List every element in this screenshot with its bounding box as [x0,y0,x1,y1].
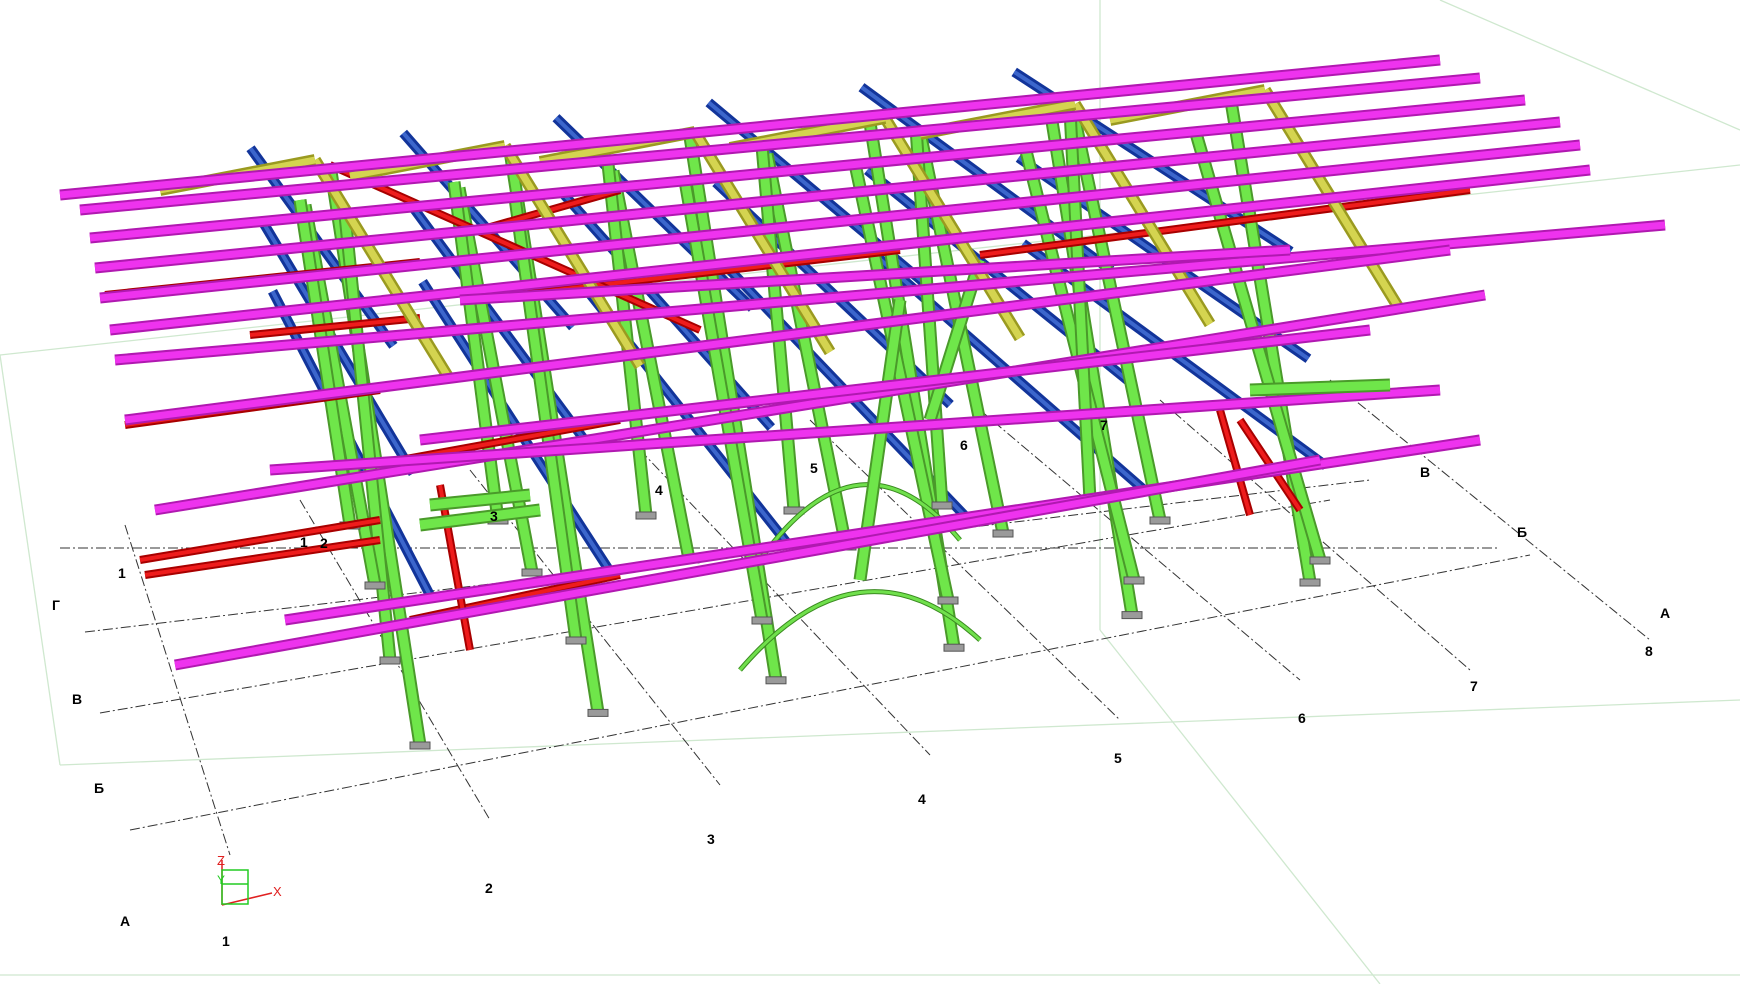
platform-beam-core [1249,380,1391,395]
axis-number-front-6: 7 [1470,678,1478,694]
model-viewport[interactable]: ГВБАВБА1234567812345671 Z Y X [0,0,1740,985]
column-base [565,636,587,645]
axis-number-front-4: 5 [1114,750,1122,766]
column-base [1121,611,1143,620]
letter-axis-line-3 [129,554,1531,831]
axis-letter-back-0: В [1420,464,1430,480]
structural-model-3d: ГВБАВБА123456781 2345671 Z Y X [0,0,1740,985]
axis-number-front-7: 8 [1645,643,1653,659]
column-base [379,656,401,665]
column-base [937,596,959,605]
ucs-icon: Z Y X [217,853,282,906]
ucs-z-label: Z [217,853,225,868]
column-base [635,511,657,520]
axis-number-front-5: 6 [1298,710,1306,726]
axis-number-back-5: 6 [960,437,968,453]
axis-letter-front-1: В [72,691,82,707]
axis-letter-front-2: Б [94,780,104,796]
axis-number-back-2: 3 [490,508,498,524]
column-base [765,676,787,685]
grid-axis-labels: ГВБАВБА123456781 2345671 [52,417,1670,949]
column-base [364,581,386,590]
axis-letter-front-0: Г [52,597,60,613]
column-base [992,529,1014,538]
red-bracing-member-core [144,538,381,577]
steel-structure [59,54,1666,750]
axis-number-back-4: 5 [810,460,818,476]
column-base [751,616,773,625]
column-base [587,708,609,717]
axis-number-back-1: 2 [320,535,328,551]
axis-number-front-1: 2 [485,880,493,896]
column-base [409,741,431,750]
column-base [1309,556,1331,565]
column-base [931,501,953,510]
axis-letter-front-3: А [120,913,130,929]
axis-number-back-0: 1 [300,534,308,550]
number-axis-line-1 [124,524,231,856]
column-base [943,643,965,652]
axis-number-front-0: 1 [118,565,126,581]
column-base [521,568,543,577]
ucs-y-label: Y [217,873,225,887]
ucs-x-label: X [273,884,282,899]
number-axis-line-4 [639,449,931,756]
axis-number-bottom: 1 [222,933,230,949]
column-base [1123,576,1145,585]
axis-number-front-3: 4 [918,791,926,807]
axis-number-back-6: 7 [1100,417,1108,433]
axis-number-back-3: 4 [655,482,663,498]
axis-letter-back-2: А [1660,605,1670,621]
axis-number-front-2: 3 [707,831,715,847]
column-base [1149,516,1171,525]
column-base [1299,578,1321,587]
number-axis-line-8 [1329,379,1651,641]
axis-letter-back-1: Б [1517,524,1527,540]
